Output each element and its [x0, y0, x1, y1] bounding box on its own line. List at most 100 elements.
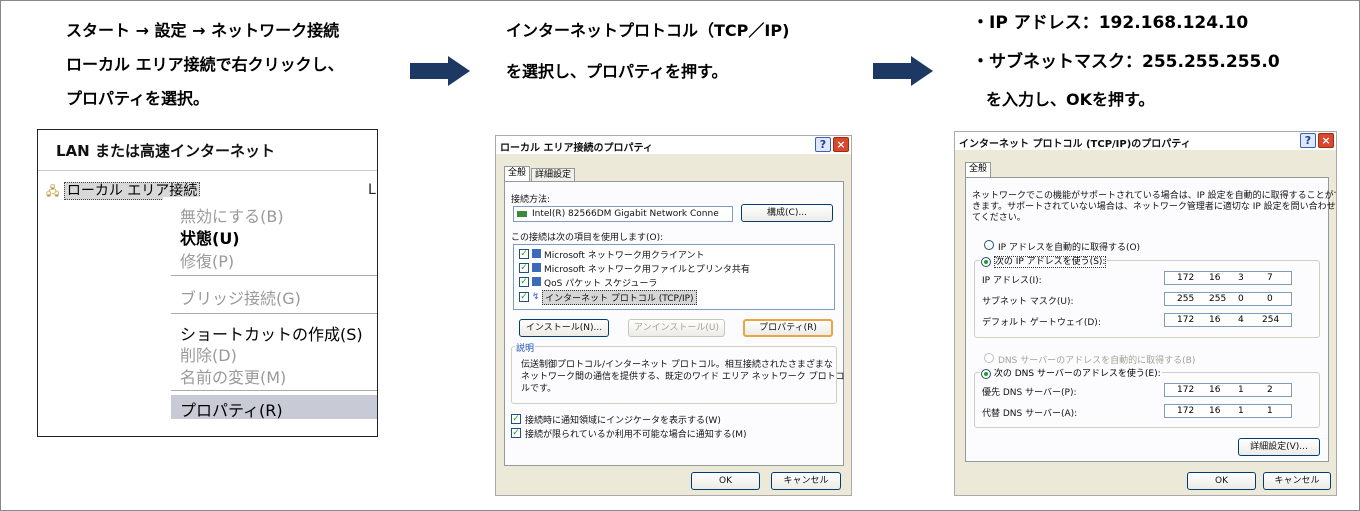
components-list[interactable]: ✓ Microsoft ネットワーク用クライアント ✓ Microsoft ネッ… — [513, 244, 835, 310]
general-panel: 接続方法: Intel(R) 82566DM Gigabit Network C… — [504, 181, 845, 466]
tab-general[interactable]: 全般 — [504, 166, 531, 181]
ip-octet: 7 — [1267, 273, 1273, 283]
section-title: LAN または高速インターネット — [56, 142, 275, 160]
alternate-dns-label: 代替 DNS サーバー(A): — [982, 409, 1078, 419]
list-item-selected: インターネット プロトコル (TCP/IP) — [542, 290, 697, 305]
dns-group — [974, 372, 1320, 428]
ip-address-label: IP アドレス(I): — [982, 276, 1042, 286]
configure-button[interactable]: 構成(C)... — [741, 204, 833, 222]
menu-item-bridge[interactable]: ブリッジ接続(G) — [180, 285, 301, 309]
intro-line: てください。 — [972, 213, 1026, 223]
items-label: この接続は次の項目を使用します(O): — [511, 233, 664, 243]
advanced-button[interactable]: 詳細設定(V)... — [1238, 438, 1320, 456]
alternate-dns-input[interactable]: 172 16 1 1 — [1164, 404, 1292, 418]
show-icon-checkbox[interactable]: ✓ — [511, 414, 521, 424]
dns2-octet: 172 — [1177, 406, 1195, 416]
help-icon[interactable]: ? — [1300, 133, 1316, 148]
checkbox[interactable]: ✓ — [519, 292, 529, 302]
mask-octet: 255 — [1209, 294, 1227, 304]
step3-line2: ・サブネットマスク：255.255.255.0 — [972, 52, 1280, 72]
gw-octet: 4 — [1238, 315, 1244, 325]
title-bar: インターネット プロトコル (TCP/IP)のプロパティ ? × — [955, 132, 1336, 150]
auto-ip-label: IP アドレスを自動的に取得する(O) — [998, 243, 1141, 253]
close-icon[interactable]: × — [833, 137, 849, 152]
dialog-title: インターネット プロトコル (TCP/IP)のプロパティ — [959, 139, 1191, 150]
dns1-octet: 16 — [1209, 385, 1221, 395]
cancel-button[interactable]: キャンセル — [1263, 472, 1331, 490]
checkbox[interactable]: ✓ — [519, 263, 529, 273]
menu-item-rename[interactable]: 名前の変更(M) — [180, 364, 286, 388]
list-item: QoS パケット スケジューラ — [544, 279, 658, 289]
adapter-field: Intel(R) 82566DM Gigabit Network Conne — [513, 206, 733, 222]
ip-address-input[interactable]: 172 16 3 7 — [1164, 271, 1292, 285]
general-panel: ネットワークでこの機能がサポートされている場合は、IP 設定を自動的に取得するこ… — [965, 177, 1336, 462]
arrow-right-icon — [410, 56, 470, 86]
notify-checkbox[interactable]: ✓ — [511, 428, 521, 438]
ip-octet: 172 — [1177, 273, 1195, 283]
tab-general[interactable]: 全般 — [965, 162, 992, 177]
menu-item-status[interactable]: 状態(U) — [180, 225, 240, 249]
manual-ip-label: 次の IP アドレスを使う(S): — [993, 256, 1107, 268]
help-icon[interactable]: ? — [815, 137, 831, 152]
properties-button[interactable]: プロパティ(R) — [743, 319, 833, 337]
menu-separator — [171, 313, 377, 314]
close-icon[interactable]: × — [1318, 133, 1334, 148]
menu-separator — [171, 275, 377, 276]
gw-octet: 16 — [1209, 315, 1221, 325]
menu-item-delete[interactable]: 削除(D) — [180, 342, 237, 366]
network-adapter-icon — [517, 211, 527, 217]
intro-line: きます。サポートされていない場合は、ネットワーク管理者に適切な IP 設定を問い… — [972, 202, 1336, 212]
auto-dns-label: DNS サーバーのアドレスを自動的に取得する(B) — [998, 356, 1196, 366]
default-gateway-label: デフォルト ゲートウェイ(D): — [982, 318, 1101, 328]
mask-octet: 255 — [1177, 294, 1195, 304]
list-item: Microsoft ネットワーク用クライアント — [544, 251, 705, 261]
menu-item-properties[interactable]: プロパティ(R) — [180, 397, 283, 421]
share-icon — [532, 263, 541, 272]
step3-line3: を入力し、OKを押す。 — [986, 90, 1155, 109]
dns1-octet: 2 — [1267, 385, 1273, 395]
dns1-octet: 172 — [1177, 385, 1195, 395]
menu-item-disable[interactable]: 無効にする(B) — [180, 203, 284, 227]
manual-dns-label: 次の DNS サーバーのアドレスを使う(E): — [993, 369, 1161, 379]
subnet-mask-input[interactable]: 255 255 0 0 — [1164, 292, 1292, 306]
description-label: 説明 — [515, 341, 536, 354]
ip-octet: 16 — [1209, 273, 1221, 283]
uninstall-button[interactable]: アンインストール(U) — [628, 319, 725, 337]
show-icon-label: 接続時に通知領域にインジケータを表示する(W) — [525, 416, 721, 426]
menu-separator — [171, 390, 377, 391]
checkbox[interactable]: ✓ — [519, 249, 529, 259]
menu-item-repair[interactable]: 修復(P) — [180, 248, 234, 272]
list-item: Microsoft ネットワーク用ファイルとプリンタ共有 — [544, 265, 750, 275]
auto-dns-radio[interactable] — [984, 353, 994, 363]
ip-octet: 3 — [1238, 273, 1244, 283]
step2-line1: インターネットプロトコル（TCP／IP) — [506, 21, 790, 40]
manual-ip-radio[interactable] — [981, 256, 991, 267]
title-bar: ローカル エリア接続のプロパティ ? × — [496, 136, 851, 154]
context-menu-screenshot: LAN または高速インターネット 🖧 ローカル エリア接続 L 無効にする(B)… — [37, 129, 378, 437]
context-menu: 無効にする(B) 状態(U) 修復(P) ブリッジ接続(G) ショートカットの作… — [163, 197, 377, 425]
default-gateway-input[interactable]: 172 16 4 254 — [1164, 313, 1292, 327]
dns2-octet: 1 — [1238, 406, 1244, 416]
client-icon — [532, 249, 541, 258]
gw-octet: 172 — [1177, 315, 1195, 325]
step2-line2: を選択し、プロパティを押す。 — [506, 62, 728, 81]
ok-button[interactable]: OK — [1187, 472, 1256, 490]
preferred-dns-input[interactable]: 172 16 1 2 — [1164, 383, 1292, 397]
manual-dns-radio[interactable] — [981, 368, 991, 379]
tab-advanced[interactable]: 詳細設定 — [531, 168, 576, 181]
auto-ip-radio[interactable] — [984, 240, 994, 250]
arrow-right-icon — [873, 56, 933, 86]
step1-line1: スタート → 設定 → ネットワーク接続 — [66, 21, 340, 40]
tcpip-properties-dialog: インターネット プロトコル (TCP/IP)のプロパティ ? × 全般 ネットワ… — [954, 131, 1337, 496]
preferred-dns-label: 優先 DNS サーバー(P): — [982, 388, 1077, 398]
network-connection-icon: 🖧 — [46, 184, 60, 198]
description-line: ネットワーク間の通信を提供する、既定のワイド エリア ネットワーク プロトコ — [521, 372, 845, 382]
ok-button[interactable]: OK — [691, 472, 760, 490]
install-button[interactable]: インストール(N)... — [519, 319, 609, 337]
dns2-octet: 1 — [1267, 406, 1273, 416]
checkbox[interactable]: ✓ — [519, 277, 529, 287]
cancel-button[interactable]: キャンセル — [771, 472, 841, 490]
dns1-octet: 1 — [1238, 385, 1244, 395]
divider — [38, 170, 377, 171]
qos-icon — [532, 277, 541, 286]
